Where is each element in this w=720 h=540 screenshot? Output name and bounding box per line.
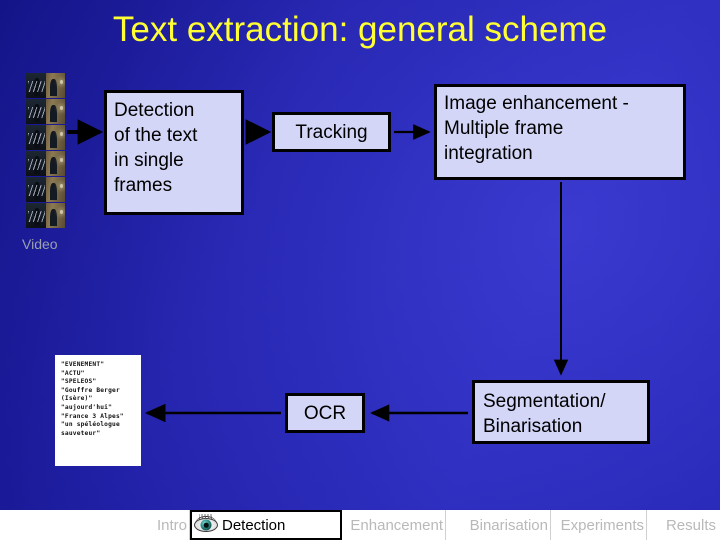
nav-item-label: Results [665, 516, 716, 534]
nav-item-label: Enhancement [350, 516, 443, 534]
nav-item-detection[interactable]: Detection [190, 510, 342, 540]
ocr-result-line: "un spéléologue [61, 421, 120, 429]
flow-box-ocr: OCR [285, 393, 365, 433]
eye-icon [194, 514, 218, 533]
nav-item-binarisation[interactable]: Binarisation [446, 510, 551, 540]
ocr-result-line: sauveteur" [61, 429, 101, 437]
nav-item-label: Binarisation [469, 516, 548, 534]
video-frame-strip [26, 73, 65, 228]
video-frame-thumbnail [26, 73, 65, 98]
nav-item-results[interactable]: Results [647, 510, 720, 540]
nav-item-enhancement[interactable]: Enhancement [342, 510, 446, 540]
flow-box-detection: Detection of the text in single frames [104, 90, 244, 215]
video-frame-thumbnail [26, 99, 65, 124]
nav-item-label: Intro [156, 516, 187, 534]
ocr-result-line: (Isère)" [61, 395, 93, 403]
nav-item-label: Experiments [560, 516, 644, 534]
flow-box-enhancement: Image enhancement - Multiple frame integ… [434, 84, 686, 180]
nav-item-intro[interactable]: Intro [0, 510, 190, 540]
ocr-result-line: "aujourd'hui" [61, 403, 113, 411]
slide-canvas: Text extraction: general scheme Video De… [0, 0, 720, 540]
flow-box-detection-line: Detection [114, 100, 195, 121]
page-title: Text extraction: general scheme [112, 10, 608, 49]
flow-box-detection-line: in single [114, 150, 184, 171]
flow-box-tracking: Tracking [272, 112, 391, 152]
ocr-result-line: "ACTU" [61, 369, 85, 377]
nav-item-label: Detection [222, 516, 286, 534]
ocr-result-line: "France 3 Alpes" [61, 412, 124, 420]
bottom-navigation-bar: Intro Detection Enhancement Binarisation… [0, 510, 720, 540]
ocr-result-text-box: "EVENEMENT" "ACTU" "SPELEOS" "Gouffre Be… [55, 355, 141, 466]
flow-box-enhancement-line: Image enhancement - [444, 93, 629, 114]
flow-box-segmentation: Segmentation/ Binarisation [472, 380, 650, 444]
flow-box-segmentation-line: Binarisation [483, 416, 583, 437]
flow-box-enhancement-line: integration [444, 143, 533, 164]
ocr-result-line: "EVENEMENT" [61, 361, 105, 368]
video-label: Video [22, 236, 58, 252]
video-frame-thumbnail [26, 125, 65, 150]
flow-box-enhancement-line: Multiple frame [444, 118, 564, 139]
ocr-result-line: "SPELEOS" [61, 378, 97, 386]
nav-item-experiments[interactable]: Experiments [551, 510, 647, 540]
flow-box-detection-line: of the text [114, 125, 198, 146]
video-frame-thumbnail [26, 203, 65, 228]
flow-box-segmentation-line: Segmentation/ [483, 391, 606, 412]
flow-box-detection-line: frames [114, 175, 173, 196]
video-frame-thumbnail [26, 151, 65, 176]
video-frame-thumbnail [26, 177, 65, 202]
